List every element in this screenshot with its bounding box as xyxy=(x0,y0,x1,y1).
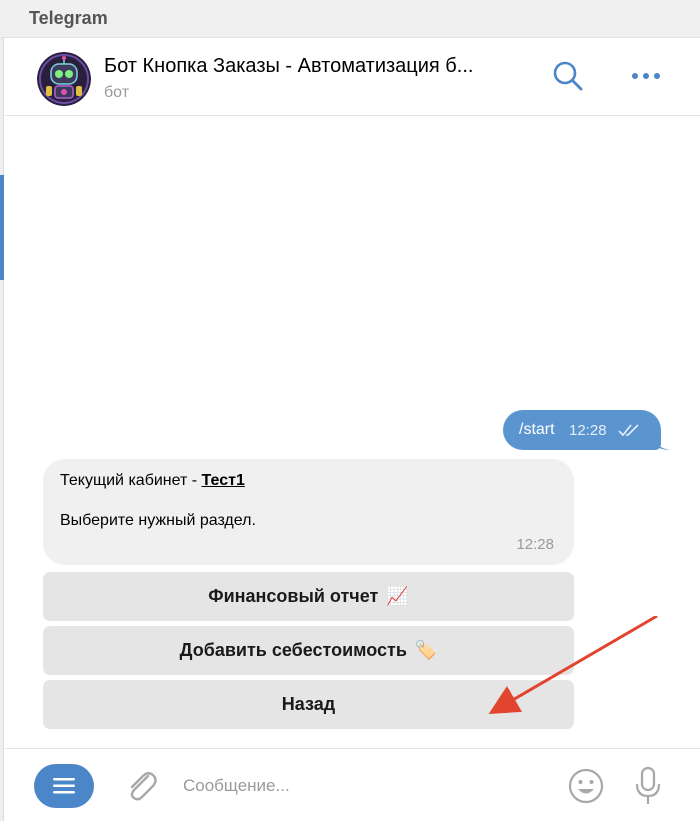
cabinet-name: Тест1 xyxy=(201,472,245,489)
bot-menu-button[interactable] xyxy=(34,764,94,808)
outgoing-message-time: 12:28 xyxy=(569,422,607,439)
microphone-icon[interactable] xyxy=(633,765,663,807)
back-button[interactable]: Назад xyxy=(43,680,574,729)
search-icon[interactable] xyxy=(550,58,586,94)
incoming-message[interactable]: Текущий кабинет - Тест1 Выберите нужный … xyxy=(43,459,574,565)
double-check-icon xyxy=(618,424,639,437)
add-cost-button[interactable]: Добавить себестоимость 🏷️ xyxy=(43,626,574,675)
financial-report-label: Финансовый отчет xyxy=(208,586,379,606)
selected-chat-indicator xyxy=(0,175,4,280)
chat-subtitle: бот xyxy=(104,84,130,101)
more-options-icon[interactable] xyxy=(629,64,665,88)
choose-section-text: Выберите нужный раздел. xyxy=(60,512,256,529)
attach-paperclip-icon[interactable] xyxy=(122,766,160,806)
chat-title[interactable]: Бот Кнопка Заказы - Автоматизация б... xyxy=(104,55,524,78)
chart-increasing-icon: 📈 xyxy=(386,586,409,606)
menu-icon xyxy=(53,778,75,794)
add-cost-label: Добавить себестоимость xyxy=(179,640,407,660)
label-tag-icon: 🏷️ xyxy=(414,640,438,660)
financial-report-button[interactable]: Финансовый отчет 📈 xyxy=(43,572,574,621)
robot-avatar-icon[interactable] xyxy=(37,52,91,106)
outgoing-message-text: /start xyxy=(519,421,555,438)
current-cabinet-prefix: Текущий кабинет - xyxy=(60,472,202,489)
app-title: Telegram xyxy=(29,8,108,28)
message-area[interactable]: /start 12:28 Текущий кабинет - Тест1 Выб… xyxy=(5,116,700,748)
bubble-tail-icon xyxy=(653,436,671,450)
current-cabinet-line: Текущий кабинет - Тест1 xyxy=(60,472,245,490)
window-titlebar: Telegram xyxy=(0,0,700,38)
composer-bar xyxy=(5,748,700,821)
chat-header: Бот Кнопка Заказы - Автоматизация б... б… xyxy=(5,38,700,116)
emoji-smile-icon[interactable] xyxy=(567,767,605,805)
message-input[interactable] xyxy=(183,771,553,801)
chat-list-edge xyxy=(0,38,4,821)
back-label: Назад xyxy=(281,694,336,714)
incoming-message-time: 12:28 xyxy=(516,536,554,553)
outgoing-message[interactable]: /start 12:28 xyxy=(503,410,671,450)
